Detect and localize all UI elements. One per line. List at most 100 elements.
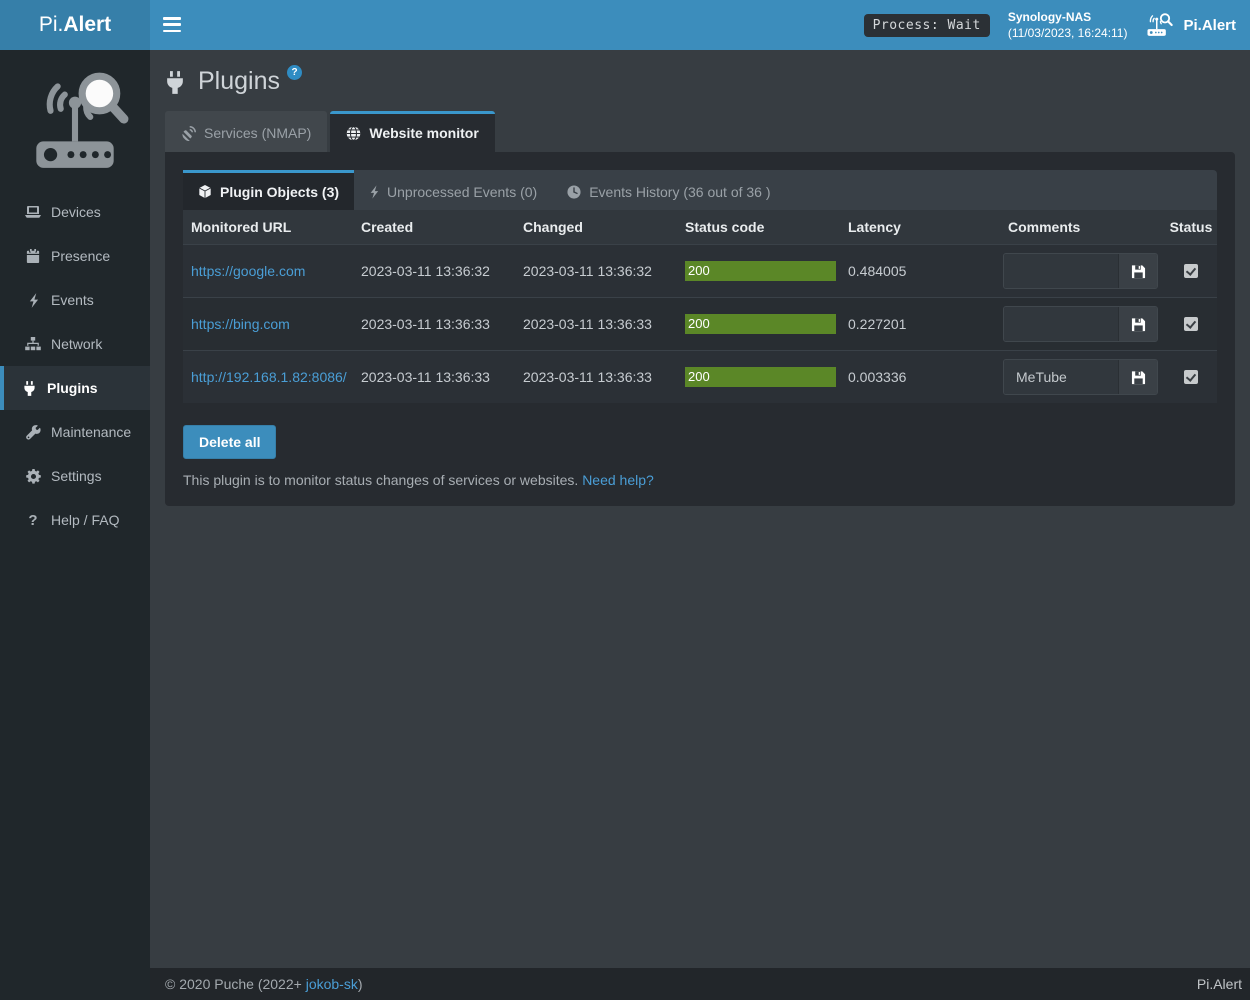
wrench-icon (25, 425, 41, 440)
plugin-objects-table: Monitored URL Created Changed Status cod… (183, 210, 1217, 403)
footer-brand: Pi.Alert (1197, 976, 1242, 992)
monitored-url-link[interactable]: https://google.com (191, 263, 305, 279)
sidebar-item-help-faq[interactable]: ? Help / FAQ (0, 498, 150, 542)
latency-cell: 0.484005 (840, 245, 995, 298)
sidebar-menu: Devices Presence Events Network Plugins (0, 190, 150, 542)
plugin-tabs: Services (NMAP) Website monitor (165, 111, 1235, 152)
tab-label: Unprocessed Events (0) (387, 184, 537, 200)
changed-cell: 2023-03-11 13:36:33 (515, 351, 677, 404)
tab-services-nmap[interactable]: Services (NMAP) (165, 111, 327, 152)
column-header: Latency (840, 210, 995, 245)
sidebar-item-presence[interactable]: Presence (0, 234, 150, 278)
status-code-bar: 200 (685, 367, 836, 387)
column-header: Comments (995, 210, 1165, 245)
content-area: Plugins ? Services (NMAP) Website monito… (150, 50, 1250, 968)
created-cell: 2023-03-11 13:36:33 (353, 298, 515, 351)
website-monitor-panel: Plugin Objects (3) Unprocessed Events (0… (165, 152, 1235, 506)
calendar-icon (25, 249, 41, 263)
sidebar-item-label: Network (51, 336, 102, 352)
save-icon (1131, 370, 1146, 385)
sitemap-icon (25, 337, 41, 351)
navbar-right: Process: Wait Synology-NAS (11/03/2023, … (864, 0, 1250, 50)
save-comment-button[interactable] (1118, 307, 1157, 341)
navbar-brand-label: Pi.Alert (1183, 17, 1236, 34)
navbar-brand: Pi.Alert (1145, 12, 1236, 38)
monitored-url-link[interactable]: http://192.168.1.82:8086/ (191, 369, 347, 385)
gear-icon (25, 469, 41, 484)
panel-tabs: Plugin Objects (3) Unprocessed Events (0… (183, 170, 1217, 210)
comment-input-group (1003, 306, 1158, 342)
sidebar-item-label: Devices (51, 204, 101, 220)
created-cell: 2023-03-11 13:36:33 (353, 351, 515, 404)
sidebar-item-settings[interactable]: Settings (0, 454, 150, 498)
save-comment-button[interactable] (1118, 254, 1157, 288)
latency-cell: 0.227201 (840, 298, 995, 351)
comment-input[interactable] (1004, 307, 1118, 341)
tab-label: Website monitor (369, 125, 478, 141)
changed-cell: 2023-03-11 13:36:32 (515, 245, 677, 298)
plug-icon (21, 381, 37, 396)
sidebar-item-events[interactable]: Events (0, 278, 150, 322)
table-row: https://bing.com 2023-03-11 13:36:33 202… (183, 298, 1217, 351)
status-code-bar: 200 (685, 314, 836, 334)
title-help-badge[interactable]: ? (287, 65, 302, 80)
laptop-icon (25, 205, 41, 219)
copyright: © 2020 Puche (2022+ jokob-sk) (165, 976, 363, 992)
app-logo (0, 50, 150, 182)
sidebar-item-label: Events (51, 292, 94, 308)
comment-input-group (1003, 359, 1158, 395)
jokob-sk-link[interactable]: jokob-sk (306, 976, 358, 992)
host-name: Synology-NAS (1008, 9, 1128, 25)
sidebar-item-label: Presence (51, 248, 110, 264)
status-checkbox[interactable] (1184, 370, 1198, 384)
column-header: Created (353, 210, 515, 245)
column-header: Monitored URL (183, 210, 353, 245)
brand-bold: Alert (63, 13, 111, 37)
tab-label: Events History (36 out of 36 ) (589, 184, 770, 200)
sidebar-item-maintenance[interactable]: Maintenance (0, 410, 150, 454)
changed-cell: 2023-03-11 13:36:33 (515, 298, 677, 351)
brand-logo[interactable]: Pi.Alert (0, 0, 150, 50)
bolt-icon (369, 185, 379, 199)
save-icon (1131, 317, 1146, 332)
clock-icon (567, 185, 581, 199)
satellite-dish-icon (181, 126, 196, 141)
latency-cell: 0.003336 (840, 351, 995, 404)
plug-icon (165, 71, 185, 94)
globe-icon (346, 126, 361, 141)
status-checkbox[interactable] (1184, 317, 1198, 331)
tab-unprocessed-events[interactable]: Unprocessed Events (0) (354, 170, 552, 210)
cube-icon (198, 184, 212, 199)
column-header: Changed (515, 210, 677, 245)
need-help-link[interactable]: Need help? (582, 472, 654, 488)
page-title: Plugins ? (165, 67, 1235, 96)
tab-label: Plugin Objects (3) (220, 184, 339, 200)
question-icon: ? (25, 512, 41, 529)
save-comment-button[interactable] (1118, 360, 1157, 394)
tab-label: Services (NMAP) (204, 125, 311, 141)
bolt-icon (25, 293, 41, 308)
column-header: Status (1165, 210, 1217, 245)
status-checkbox[interactable] (1184, 264, 1198, 278)
monitored-url-link[interactable]: https://bing.com (191, 316, 290, 332)
sidebar-item-plugins[interactable]: Plugins (0, 366, 150, 410)
process-status-badge: Process: Wait (864, 14, 990, 37)
hamburger-menu-icon[interactable] (163, 17, 181, 32)
tab-website-monitor[interactable]: Website monitor (330, 111, 494, 152)
save-icon (1131, 264, 1146, 279)
comment-input[interactable] (1004, 360, 1118, 394)
router-magnifier-icon (1145, 12, 1175, 38)
tab-events-history[interactable]: Events History (36 out of 36 ) (552, 170, 785, 210)
table-row: https://google.com 2023-03-11 13:36:32 2… (183, 245, 1217, 298)
sidebar-item-label: Maintenance (51, 424, 131, 440)
delete-all-button[interactable]: Delete all (183, 425, 276, 459)
status-code-bar: 200 (685, 261, 836, 281)
tab-plugin-objects[interactable]: Plugin Objects (3) (183, 170, 354, 210)
sidebar-item-devices[interactable]: Devices (0, 190, 150, 234)
plugin-description: This plugin is to monitor status changes… (183, 472, 1217, 488)
comment-input-group (1003, 253, 1158, 289)
page-title-label: Plugins (198, 67, 280, 96)
comment-input[interactable] (1004, 254, 1118, 288)
sidebar-item-network[interactable]: Network (0, 322, 150, 366)
sidebar-item-label: Help / FAQ (51, 512, 119, 528)
